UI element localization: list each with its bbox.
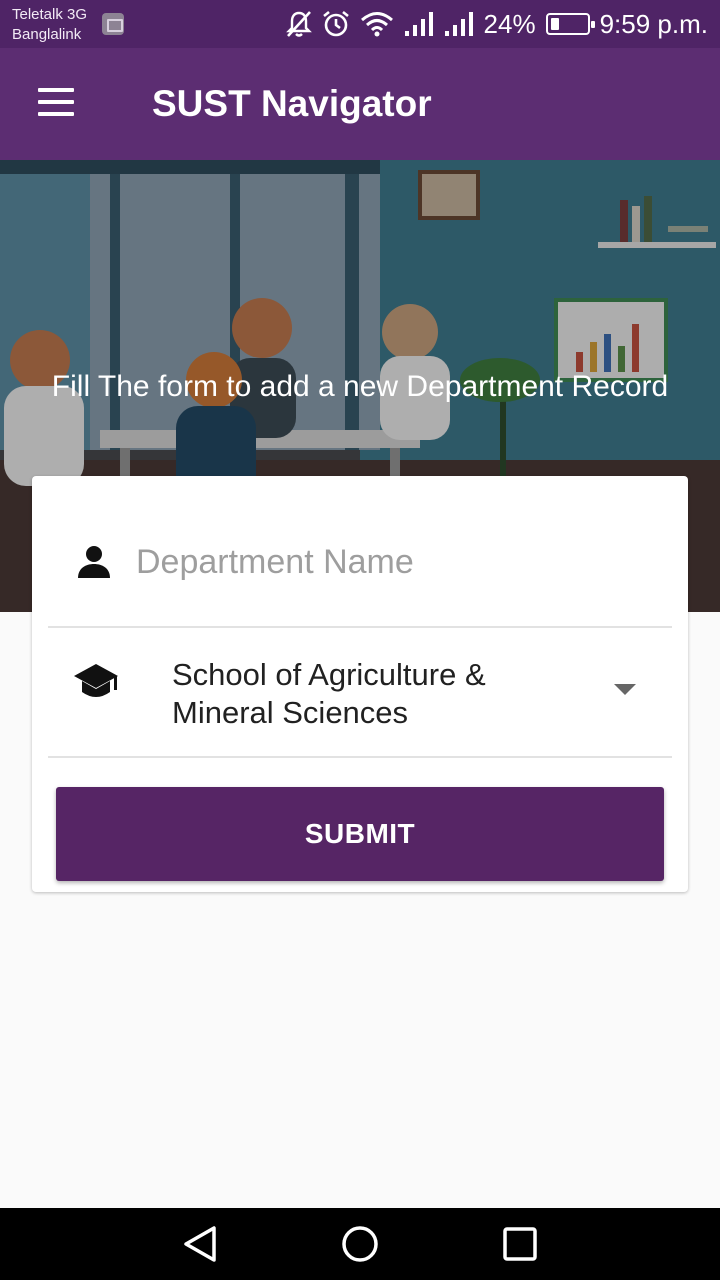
person-icon xyxy=(78,546,110,578)
graduation-cap-icon xyxy=(74,664,118,697)
mute-icon xyxy=(285,11,312,37)
hero-text: Fill The form to add a new Department Re… xyxy=(51,370,669,403)
signal-icon xyxy=(404,12,433,36)
battery-icon xyxy=(545,13,595,35)
department-name-row xyxy=(48,506,672,628)
battery-percent: 24% xyxy=(483,9,536,39)
hamburger-menu-icon[interactable] xyxy=(36,86,76,118)
status-icons: 24% 9:59 p.m. xyxy=(285,8,708,40)
battery-level xyxy=(550,18,559,30)
carrier-line-1: Teletalk 3G xyxy=(12,6,88,23)
signal-icon xyxy=(444,12,473,36)
school-selected-value: School of Agriculture & Mineral Sciences xyxy=(172,657,486,730)
dropdown-arrow-icon[interactable] xyxy=(614,684,636,695)
carrier-line-2: Banglalink xyxy=(12,26,82,43)
recent-apps-icon[interactable] xyxy=(500,1224,540,1264)
carrier-info: Teletalk 3G Banglalink xyxy=(12,5,87,45)
school-select[interactable]: School of Agriculture & Mineral Sciences xyxy=(48,628,672,758)
department-name-input[interactable] xyxy=(136,538,656,586)
app-bar: SUST Navigator xyxy=(0,48,720,160)
form-card: School of Agriculture & Mineral Sciences… xyxy=(32,476,688,892)
home-icon[interactable] xyxy=(340,1224,380,1264)
status-bar: Teletalk 3G Banglalink 24% 9:59 p.m. xyxy=(0,0,720,48)
system-nav-bar xyxy=(0,1208,720,1280)
submit-button[interactable]: SUBMIT xyxy=(56,787,664,881)
wifi-icon xyxy=(360,12,393,37)
image-icon xyxy=(102,13,124,35)
clock: 9:59 p.m. xyxy=(599,9,708,39)
app-title: SUST Navigator xyxy=(152,83,432,124)
alarm-icon xyxy=(322,10,349,37)
back-icon[interactable] xyxy=(180,1224,220,1264)
